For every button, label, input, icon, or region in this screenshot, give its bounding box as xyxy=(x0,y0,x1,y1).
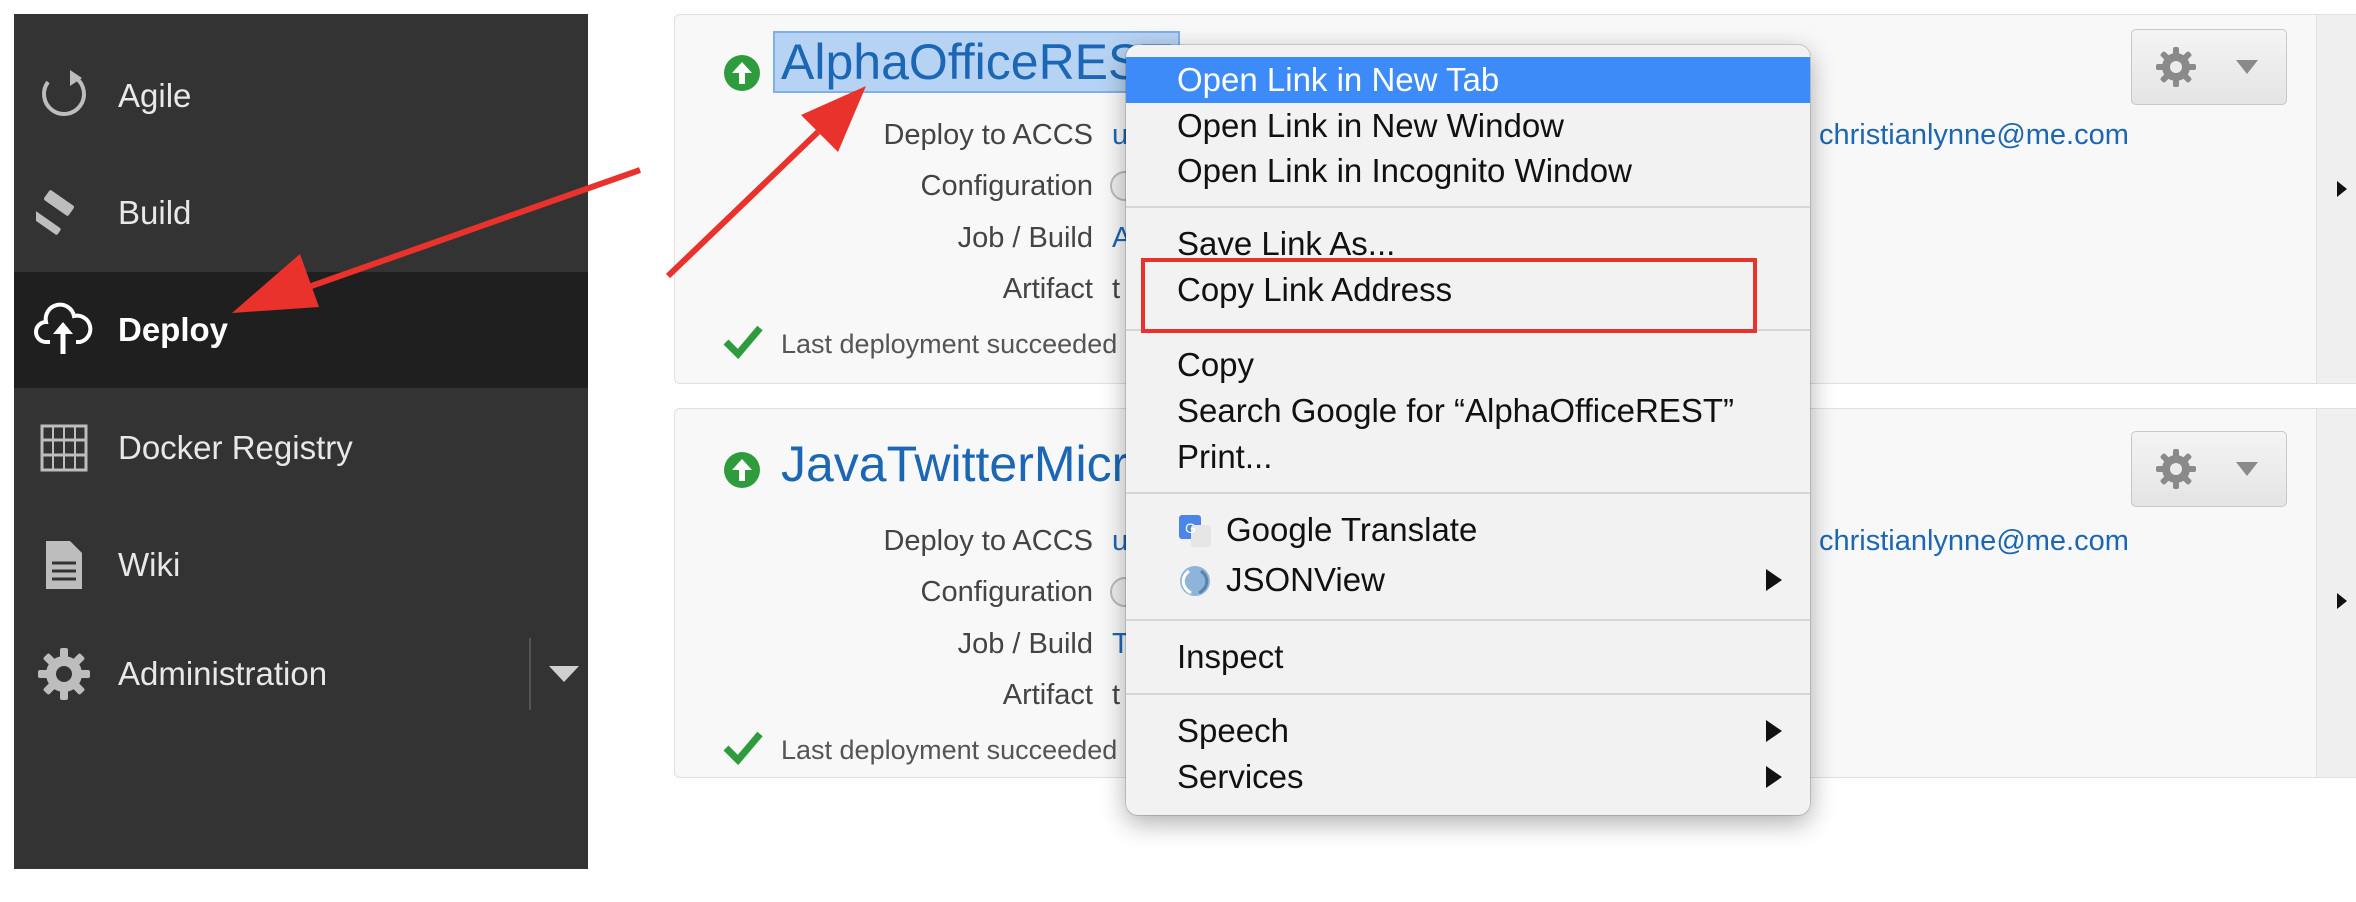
sidebar-item-label: Docker Registry xyxy=(118,429,353,466)
menu-item-copy[interactable]: Copy xyxy=(1126,342,1810,388)
submenu-arrow-icon xyxy=(1766,766,1782,788)
field-label: Deploy to ACCS xyxy=(883,119,1093,151)
submenu-arrow-icon xyxy=(1766,720,1782,742)
sidebar-item-label: Build xyxy=(118,194,192,231)
status-up-icon xyxy=(724,452,760,488)
google-translate-icon: G xyxy=(1179,515,1211,547)
menu-item-speech[interactable]: Speech xyxy=(1126,708,1810,754)
chevron-down-icon xyxy=(2236,60,2258,74)
menu-item-label: Inspect xyxy=(1177,638,1284,675)
sidebar-item-label: Wiki xyxy=(118,546,181,583)
submenu-arrow-icon xyxy=(1766,569,1782,591)
sidebar-item-label: Administration xyxy=(118,655,328,692)
menu-item-jsonview[interactable]: JSONView xyxy=(1126,557,1810,603)
field-label: Deploy to ACCS xyxy=(883,525,1093,557)
menu-item-label: Open Link in New Tab xyxy=(1177,61,1500,98)
status-up-icon xyxy=(724,55,760,91)
sidebar-item-build[interactable]: Build xyxy=(14,155,588,271)
field-value: t xyxy=(1112,273,1121,305)
last-deploy-status: Last deployment succeeded xyxy=(781,735,1118,765)
menu-item-label: Print... xyxy=(1177,438,1273,475)
divider xyxy=(529,638,531,710)
field-label: Job / Build xyxy=(957,628,1093,660)
menu-item-open-incognito[interactable]: Open Link in Incognito Window xyxy=(1126,148,1810,194)
sidebar-item-label: Deploy xyxy=(118,311,229,348)
menu-item-label: Copy xyxy=(1177,346,1255,383)
field-label: Configuration xyxy=(920,170,1094,202)
sidebar-item-docker-registry[interactable]: Docker Registry xyxy=(14,390,588,506)
menu-separator xyxy=(1126,206,1810,208)
sidebar-item-wiki[interactable]: Wiki xyxy=(14,507,588,623)
menu-item-label: Google Translate xyxy=(1226,511,1478,548)
menu-item-print[interactable]: Print... xyxy=(1126,434,1810,480)
sidebar: Agile Build Deploy Docker Registry Wiki … xyxy=(14,14,588,869)
annotation-highlight-box xyxy=(1141,258,1757,333)
menu-separator xyxy=(1126,619,1810,621)
menu-separator xyxy=(1126,492,1810,494)
context-menu: Open Link in New Tab Open Link in New Wi… xyxy=(1126,45,1810,815)
chevron-right-icon xyxy=(2337,593,2347,609)
owner-email-link[interactable]: christianlynne@me.com xyxy=(1819,119,2129,152)
owner-email-link[interactable]: christianlynne@me.com xyxy=(1819,525,2129,558)
field-label: Artifact xyxy=(1002,273,1093,305)
chevron-right-icon xyxy=(2337,181,2347,197)
docker-registry-icon xyxy=(34,418,94,478)
menu-item-google-translate[interactable]: G Google Translate xyxy=(1126,507,1810,553)
gear-icon xyxy=(2156,47,2196,87)
job-title-link[interactable]: JavaTwitterMicr xyxy=(781,435,1128,493)
menu-item-search-google[interactable]: Search Google for “AlphaOfficeREST” xyxy=(1126,388,1810,434)
check-icon xyxy=(723,325,763,360)
card-expander[interactable] xyxy=(2316,15,2356,383)
cloud-upload-icon xyxy=(34,300,94,360)
menu-item-label: Services xyxy=(1177,758,1304,795)
sidebar-item-administration[interactable]: Administration xyxy=(14,616,588,732)
agile-icon xyxy=(34,66,94,126)
hammer-icon xyxy=(34,183,94,243)
menu-separator xyxy=(1126,693,1810,695)
menu-item-label: JSONView xyxy=(1226,561,1385,598)
menu-item-services[interactable]: Services xyxy=(1126,754,1810,800)
check-icon xyxy=(723,731,763,766)
menu-item-label: Speech xyxy=(1177,712,1289,749)
menu-item-label: Open Link in New Window xyxy=(1177,107,1565,144)
job-actions-button[interactable] xyxy=(2131,431,2287,507)
jsonview-icon xyxy=(1180,566,1210,596)
chevron-down-icon[interactable] xyxy=(544,654,584,694)
chevron-down-icon xyxy=(2236,462,2258,476)
field-label: Job / Build xyxy=(957,222,1093,254)
sidebar-item-deploy[interactable]: Deploy xyxy=(14,272,588,388)
gear-icon xyxy=(2156,449,2196,489)
field-label: Configuration xyxy=(920,576,1094,608)
sidebar-item-label: Agile xyxy=(118,77,192,114)
svg-text:G: G xyxy=(1185,520,1196,536)
last-deploy-status: Last deployment succeeded xyxy=(781,329,1118,359)
field-label: Artifact xyxy=(1002,679,1093,711)
card-expander[interactable] xyxy=(2316,409,2356,777)
menu-item-open-new-tab[interactable]: Open Link in New Tab xyxy=(1126,57,1810,103)
menu-item-label: Open Link in Incognito Window xyxy=(1177,152,1632,189)
menu-item-inspect[interactable]: Inspect xyxy=(1126,634,1810,680)
menu-item-open-new-window[interactable]: Open Link in New Window xyxy=(1126,103,1810,149)
menu-item-label: Search Google for “AlphaOfficeREST” xyxy=(1177,392,1734,429)
job-actions-button[interactable] xyxy=(2131,29,2287,105)
gear-icon xyxy=(34,644,94,704)
job-title-link[interactable]: AlphaOfficeREST xyxy=(773,31,1180,93)
field-value: t xyxy=(1112,679,1121,711)
document-icon xyxy=(34,535,94,595)
sidebar-item-agile[interactable]: Agile xyxy=(14,38,588,154)
